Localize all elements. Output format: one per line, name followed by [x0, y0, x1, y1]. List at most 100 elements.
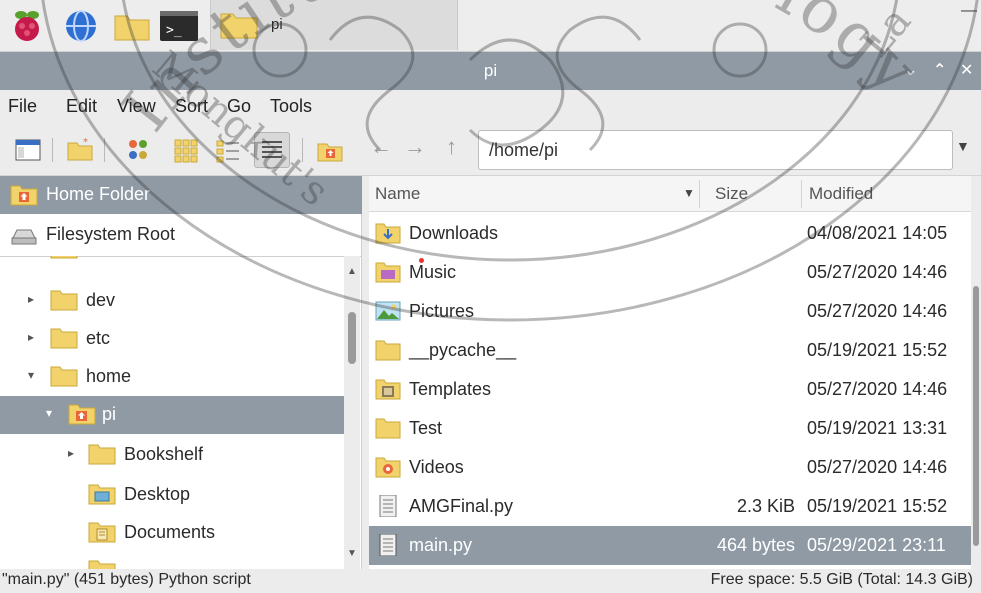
taskbar-window-pi[interactable]: pi — [210, 0, 458, 50]
path-dropdown-icon[interactable]: ▼ — [956, 138, 970, 154]
music-folder-icon — [375, 261, 401, 283]
scrollbar-thumb[interactable] — [348, 312, 356, 364]
raspberry-pi-menu-icon[interactable] — [8, 8, 46, 44]
templates-folder-icon — [375, 378, 401, 400]
tree-item-partial[interactable] — [0, 256, 344, 268]
file-row-music[interactable]: Music 05/27/2020 14:46 — [369, 253, 971, 292]
tree-item-pi[interactable]: ▾ pi — [0, 396, 344, 434]
home-icon[interactable] — [316, 136, 344, 164]
menu-view[interactable]: View — [117, 96, 156, 117]
toolbar-separator — [302, 138, 303, 162]
file-row-videos[interactable]: Videos 05/27/2020 14:46 — [369, 448, 971, 487]
home-folder-icon — [68, 402, 96, 426]
expander-icon[interactable]: ▸ — [28, 292, 34, 306]
folder-icon — [50, 288, 78, 312]
file-row-pictures[interactable]: Pictures 05/27/2020 14:46 — [369, 292, 971, 331]
new-folder-icon[interactable]: * — [66, 136, 94, 164]
tree-label: dev — [86, 290, 116, 310]
file-size: 464 bytes — [716, 535, 795, 555]
scrollbar-thumb[interactable] — [973, 286, 979, 546]
menu-tools[interactable]: Tools — [270, 96, 312, 117]
menu-sort[interactable]: Sort — [175, 96, 208, 117]
path-input[interactable] — [479, 131, 952, 169]
tree-item-etc[interactable]: ▸ etc — [0, 320, 344, 358]
close-icon[interactable]: ✕ — [960, 60, 973, 80]
toolbar-separator — [52, 138, 53, 162]
tree-scrollbar[interactable]: ▲ ▼ — [344, 256, 360, 569]
file-row-amgfinal[interactable]: AMGFinal.py 2.3 KiB 05/19/2021 15:52 — [369, 487, 971, 526]
file-name: Pictures — [409, 301, 475, 321]
place-home-folder[interactable]: Home Folder — [0, 176, 362, 214]
column-modified[interactable]: Modified — [809, 184, 873, 204]
place-label: Home Folder — [46, 184, 151, 204]
drive-icon — [10, 224, 38, 246]
menu-file[interactable]: File — [8, 96, 37, 117]
file-modified: 05/27/2020 14:46 — [807, 301, 948, 321]
file-list-header: Name ▼ Size Modified — [369, 176, 971, 212]
path-field[interactable] — [478, 130, 953, 170]
downloads-folder-icon — [375, 222, 401, 244]
column-size[interactable]: Size — [715, 184, 748, 204]
file-row-pycache[interactable]: __pycache__ 05/19/2021 15:52 — [369, 331, 971, 370]
desktop-folder-icon — [88, 482, 116, 506]
sort-descending-icon[interactable]: ▼ — [683, 186, 695, 200]
file-modified: 05/19/2021 15:52 — [807, 496, 948, 516]
expander-icon[interactable]: ▸ — [28, 330, 34, 344]
file-row-templates[interactable]: Templates 05/27/2020 14:46 — [369, 370, 971, 409]
file-modified: 05/27/2020 14:46 — [807, 262, 948, 282]
home-folder-icon — [10, 184, 38, 206]
file-row-test[interactable]: Test 05/19/2021 13:31 — [369, 409, 971, 448]
forward-icon[interactable]: → — [404, 134, 426, 160]
column-separator[interactable] — [699, 180, 700, 208]
folder-icon — [219, 10, 259, 40]
status-selection-info: "main.py" (451 bytes) Python script — [2, 571, 251, 588]
file-size: 2.3 KiB — [736, 496, 795, 516]
thumbnail-view-icon[interactable] — [172, 136, 200, 164]
folder-icon — [50, 326, 78, 350]
taskbar-minimize-icon[interactable]: — — [961, 2, 977, 20]
place-filesystem-root[interactable]: Filesystem Root — [0, 216, 362, 254]
scroll-down-icon[interactable]: ▼ — [347, 548, 357, 559]
file-row-main[interactable]: main.py 464 bytes 05/29/2021 23:11 — [369, 526, 971, 565]
expander-icon[interactable]: ▸ — [68, 446, 74, 460]
tree-item-bookshelf[interactable]: ▸ Bookshelf — [0, 436, 344, 474]
folder-icon — [375, 339, 401, 361]
file-list-scrollbar[interactable] — [971, 176, 981, 569]
column-separator[interactable] — [801, 180, 802, 208]
maximize-icon[interactable]: ⌃ — [933, 60, 946, 80]
list-view-icon[interactable] — [254, 132, 290, 168]
toolbar: * ← → ↑ ▼ — [0, 124, 981, 176]
taskbar-window-title: pi — [271, 16, 283, 33]
file-name: Test — [409, 418, 443, 438]
tree-item-dev[interactable]: ▸ dev — [0, 282, 344, 320]
tree-item-documents[interactable]: Documents — [0, 514, 344, 552]
file-modified: 05/27/2020 14:46 — [807, 379, 948, 399]
up-icon[interactable]: ↑ — [446, 134, 457, 160]
window-title-bar[interactable]: pi ⌄ ⌃ ✕ — [0, 52, 981, 90]
documents-folder-icon — [88, 520, 116, 544]
menu-go[interactable]: Go — [227, 96, 251, 117]
minimize-icon[interactable]: ⌄ — [904, 60, 917, 80]
tree-label: Bookshelf — [124, 444, 204, 464]
expander-icon[interactable]: ▾ — [46, 406, 52, 420]
menu-edit[interactable]: Edit — [66, 96, 97, 117]
tree-label: home — [86, 366, 132, 386]
taskbar: >_ pi — — [0, 0, 981, 52]
tree-item-partial[interactable] — [0, 552, 344, 569]
file-manager-icon[interactable] — [112, 8, 152, 44]
new-window-icon[interactable] — [14, 136, 42, 164]
web-browser-icon[interactable] — [62, 8, 100, 44]
column-name[interactable]: Name — [375, 184, 420, 204]
compact-view-icon[interactable] — [214, 136, 242, 164]
file-modified: 05/19/2021 13:31 — [807, 418, 948, 438]
file-row-downloads[interactable]: Downloads 04/08/2021 14:05 — [369, 214, 971, 253]
scroll-up-icon[interactable]: ▲ — [347, 266, 357, 277]
tree-item-home[interactable]: ▾ home — [0, 358, 344, 396]
place-label: Filesystem Root — [46, 224, 176, 244]
status-free-space: Free space: 5.5 GiB (Total: 14.3 GiB) — [710, 571, 973, 588]
icon-view-icon[interactable] — [124, 136, 152, 164]
expander-icon[interactable]: ▾ — [28, 368, 34, 382]
terminal-icon[interactable]: >_ — [158, 8, 200, 44]
back-icon[interactable]: ← — [370, 134, 392, 160]
tree-item-desktop[interactable]: Desktop — [0, 476, 344, 514]
